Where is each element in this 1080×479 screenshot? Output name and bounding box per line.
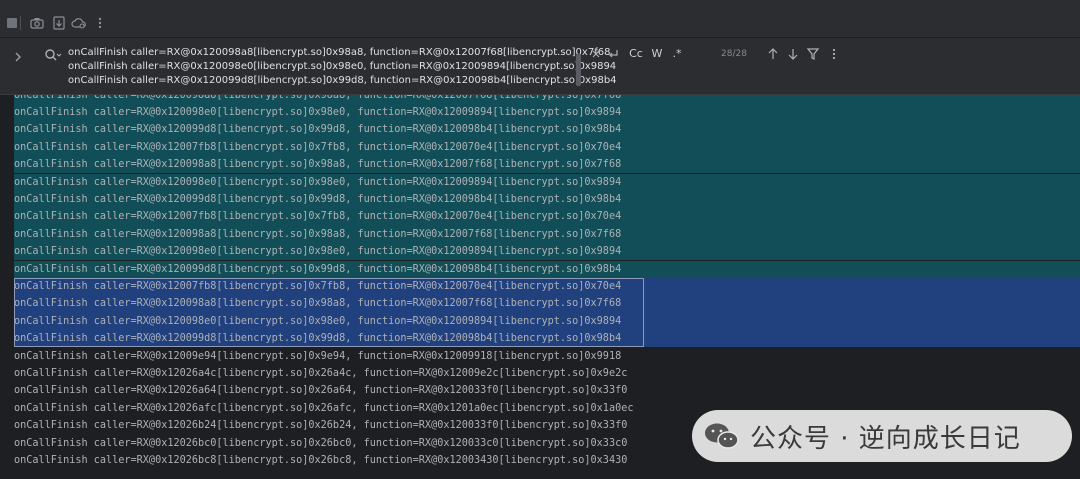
query-line: onCallFinish caller=RX@0x120098a8[libenc…	[68, 47, 611, 58]
toolbar-separator	[20, 16, 21, 30]
watermark-text: 公众号 · 逆向成长日记	[750, 423, 1021, 454]
log-line-text: onCallFinish caller=RX@0x12026b24[libenc…	[14, 420, 628, 432]
stop-icon[interactable]	[4, 15, 20, 31]
camera-icon[interactable]	[29, 15, 45, 31]
log-row[interactable]: onCallFinish caller=RX@0x120099d8[libenc…	[0, 190, 1080, 209]
match-case-button[interactable]: Cc	[627, 46, 645, 62]
whole-words-button[interactable]: W	[650, 46, 664, 62]
cloud-search-icon[interactable]	[71, 15, 87, 31]
log-row[interactable]: onCallFinish caller=RX@0x12007fb8[libenc…	[0, 208, 1080, 226]
search-bar: onCallFinish caller=RX@0x120098a8[libenc…	[0, 38, 1080, 95]
arrow-up-icon[interactable]	[766, 46, 780, 62]
logcat-toolbar	[0, 9, 1080, 38]
log-line-text: onCallFinish caller=RX@0x120098a8[libenc…	[14, 95, 622, 101]
query-line: onCallFinish caller=RX@0x120099d8[libenc…	[68, 75, 617, 86]
arrow-down-icon[interactable]	[786, 46, 800, 62]
more-vertical-icon[interactable]	[827, 46, 839, 62]
log-row[interactable]: onCallFinish caller=RX@0x120098e0[libenc…	[0, 243, 1080, 261]
search-input[interactable]: onCallFinish caller=RX@0x120098a8[libenc…	[68, 46, 617, 88]
log-line-text: onCallFinish caller=RX@0x12007fb8[libenc…	[14, 211, 622, 223]
log-row[interactable]: onCallFinish caller=RX@0x120099d8[libenc…	[0, 121, 1080, 139]
regex-button[interactable]: .*	[670, 46, 684, 62]
window-top-strip	[0, 0, 1080, 9]
log-line-text: onCallFinish caller=RX@0x12026bc0[libenc…	[14, 437, 628, 449]
watermark: 公众号 · 逆向成长日记	[692, 410, 1072, 462]
log-line-text: onCallFinish caller=RX@0x120098a8[libenc…	[14, 159, 622, 171]
log-line-text: onCallFinish caller=RX@0x12009e94[libenc…	[14, 350, 622, 362]
log-line-text: onCallFinish caller=RX@0x120098a8[libenc…	[14, 228, 622, 240]
log-line-text: onCallFinish caller=RX@0x12007fb8[libenc…	[14, 141, 622, 153]
log-line-text: onCallFinish caller=RX@0x120098e0[libenc…	[14, 176, 622, 188]
log-line-text: onCallFinish caller=RX@0x120099d8[libenc…	[14, 263, 622, 275]
log-row[interactable]: onCallFinish caller=RX@0x12007fb8[libenc…	[0, 138, 1080, 157]
newline-icon[interactable]	[606, 46, 620, 62]
export-icon[interactable]	[51, 15, 67, 31]
log-line-text: onCallFinish caller=RX@0x12026a64[libenc…	[14, 385, 628, 397]
log-line-text: onCallFinish caller=RX@0x120098e0[libenc…	[14, 106, 622, 118]
clear-icon[interactable]	[589, 46, 601, 62]
log-line-text: onCallFinish caller=RX@0x12026afc[libenc…	[14, 402, 634, 414]
log-row[interactable]: onCallFinish caller=RX@0x12009e94[libenc…	[0, 348, 1080, 365]
log-row[interactable]: onCallFinish caller=RX@0x12026a4c[libenc…	[0, 365, 1080, 382]
log-row[interactable]: onCallFinish caller=RX@0x120098a8[libenc…	[0, 95, 1080, 104]
log-row[interactable]: onCallFinish caller=RX@0x120098e0[libenc…	[0, 103, 1080, 122]
log-row[interactable]: onCallFinish caller=RX@0x120098e0[libenc…	[0, 173, 1080, 191]
log-line-text: onCallFinish caller=RX@0x12026bc8[libenc…	[14, 454, 628, 466]
wechat-logo-icon	[702, 421, 742, 451]
query-scrollbar[interactable]	[576, 54, 581, 86]
query-line: onCallFinish caller=RX@0x120098e0[libenc…	[68, 61, 617, 72]
search-history-icon[interactable]	[44, 47, 62, 61]
log-line-text: onCallFinish caller=RX@0x12026a4c[libenc…	[14, 367, 628, 379]
log-row[interactable]: onCallFinish caller=RX@0x120098a8[libenc…	[0, 225, 1080, 244]
log-row[interactable]: onCallFinish caller=RX@0x12026a64[libenc…	[0, 382, 1080, 399]
log-line-text: onCallFinish caller=RX@0x120099d8[libenc…	[14, 124, 622, 136]
match-count: 28/28	[721, 49, 747, 59]
log-line-text: onCallFinish caller=RX@0x120098e0[libenc…	[14, 246, 622, 258]
log-row[interactable]: onCallFinish caller=RX@0x120099d8[libenc…	[0, 260, 1080, 278]
log-line-text: onCallFinish caller=RX@0x120099d8[libenc…	[14, 193, 622, 205]
selection-outline	[14, 277, 644, 348]
filter-icon[interactable]	[806, 46, 820, 62]
log-row[interactable]: onCallFinish caller=RX@0x120098a8[libenc…	[0, 156, 1080, 174]
more-vertical-icon[interactable]	[92, 15, 108, 31]
chevron-right-icon[interactable]	[12, 48, 24, 62]
